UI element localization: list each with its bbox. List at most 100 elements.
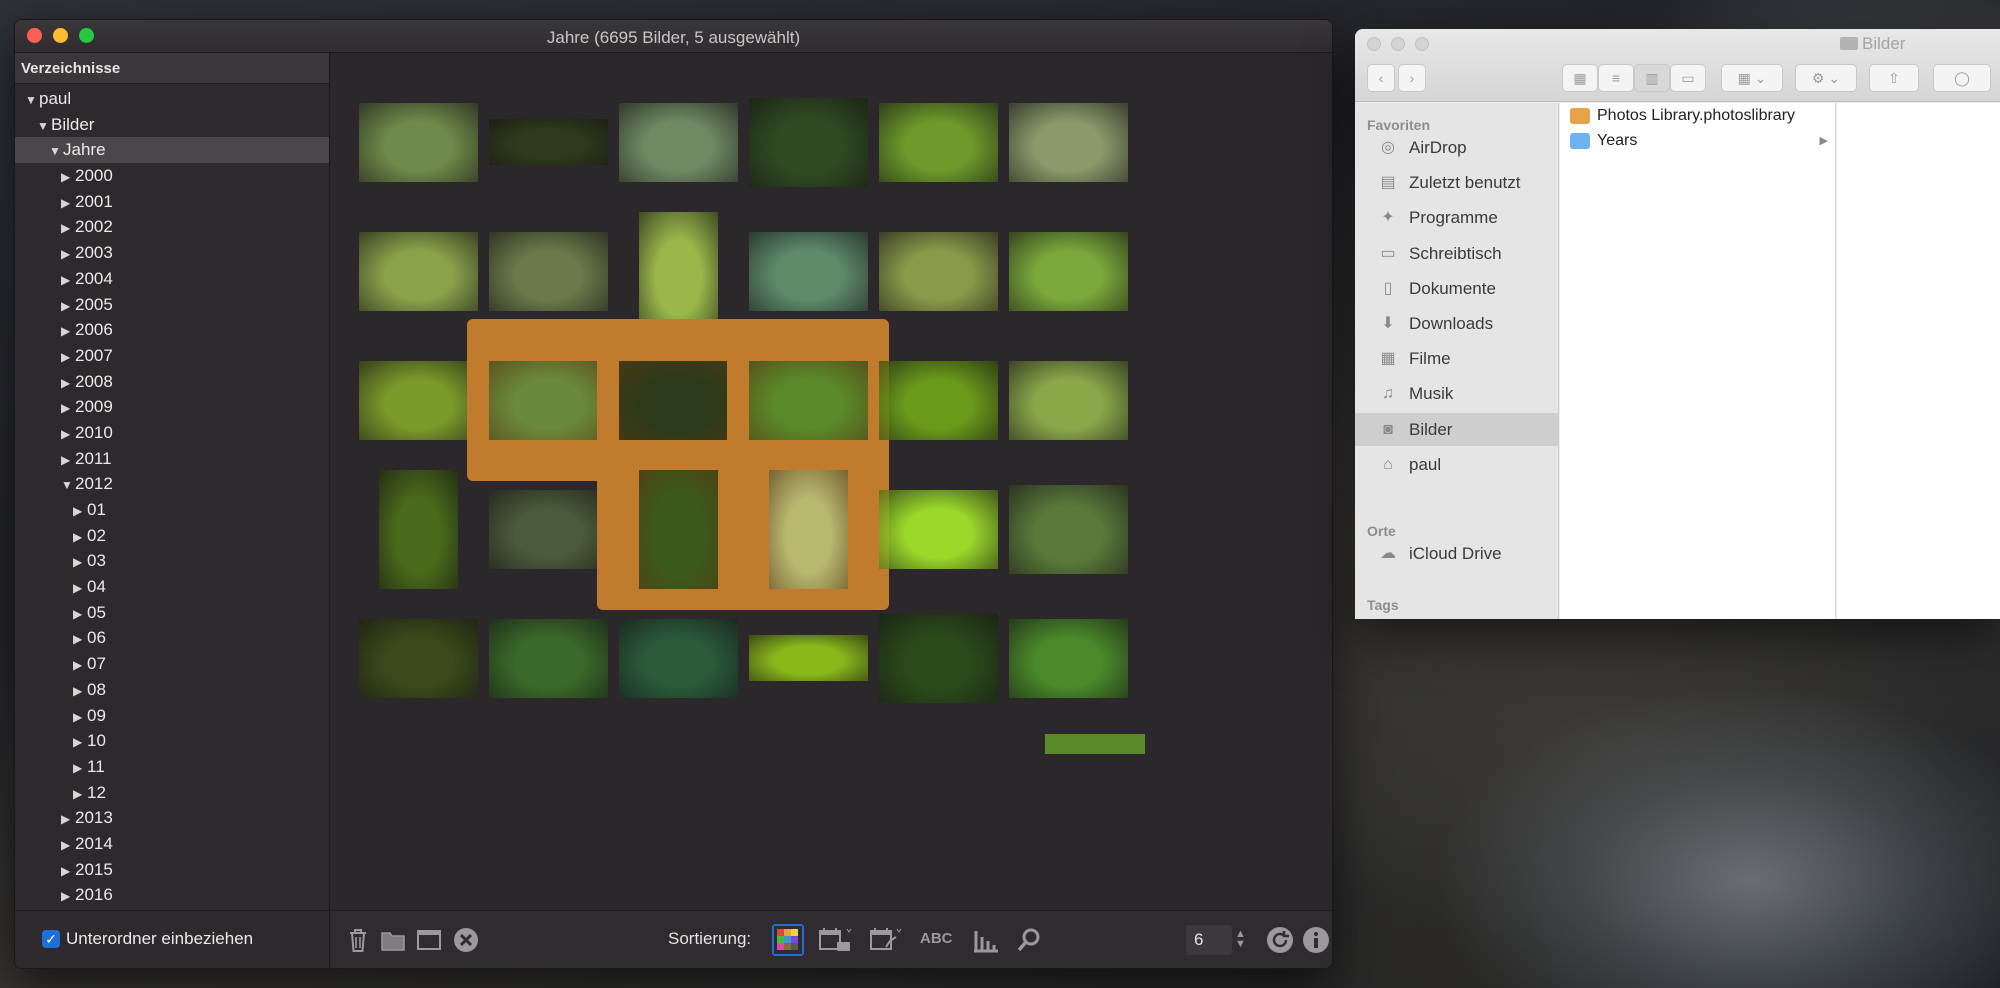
lotus-photo[interactable] [488, 489, 608, 569]
tree-item[interactable]: ▶ 2011 [15, 446, 329, 472]
disclosure-open-icon[interactable]: ▼ [49, 139, 63, 165]
disclosure-closed-icon[interactable]: ▶ [73, 576, 87, 602]
disclosure-closed-icon[interactable]: ▶ [61, 319, 75, 345]
tag-button[interactable]: ◯ [1933, 64, 1991, 92]
tree-item[interactable]: ▶ 2013 [15, 805, 329, 831]
finder-sidebar-item[interactable]: ▦ Filme [1355, 342, 1559, 375]
tree-item[interactable]: ▶ 2010 [15, 420, 329, 446]
disclosure-closed-icon[interactable]: ▶ [73, 730, 87, 756]
disclosure-closed-icon[interactable]: ▶ [73, 756, 87, 782]
finder-sidebar-item[interactable]: ▭ Schreibtisch [1355, 237, 1559, 270]
include-subfolders-checkbox[interactable]: ✓ [42, 930, 60, 948]
tree-item[interactable]: ▶ 2003 [15, 240, 329, 266]
finder-sidebar-item[interactable]: ◎ AirDrop [1355, 131, 1559, 164]
group-button[interactable]: ▦ ⌄ [1721, 64, 1783, 92]
beetle-photo[interactable] [1008, 360, 1128, 440]
disclosure-open-icon[interactable]: ▼ [25, 88, 39, 114]
tree-item[interactable]: ▶ 2014 [15, 831, 329, 857]
leaf-photo[interactable] [638, 469, 718, 589]
tree-item[interactable]: ▶ 06 [15, 625, 329, 651]
disclosure-closed-icon[interactable]: ▶ [73, 679, 87, 705]
finder-sidebar-item[interactable]: ☁ iCloud Drive [1355, 537, 1559, 570]
tree-item[interactable]: ▶ 2006 [15, 317, 329, 343]
damselfly-photo[interactable] [358, 231, 478, 311]
column-view-button[interactable]: ▥ [1634, 64, 1670, 92]
fly-photo[interactable] [1008, 231, 1128, 311]
bud-photo[interactable] [748, 231, 868, 311]
tree-item[interactable]: ▼ paul [15, 86, 329, 112]
leaves-photo[interactable] [638, 211, 718, 331]
mantis-photo[interactable] [878, 102, 998, 182]
disclosure-closed-icon[interactable]: ▶ [73, 782, 87, 808]
disclosure-closed-icon[interactable]: ▶ [73, 602, 87, 628]
bird-photo[interactable] [488, 231, 608, 311]
tree-item[interactable]: ▶ 2015 [15, 857, 329, 883]
finder-close-button[interactable] [1367, 37, 1381, 51]
tree-item[interactable]: ▼ Jahre [15, 137, 329, 165]
tree-item[interactable]: ▶ 05 [15, 600, 329, 626]
tree-item[interactable]: ▶ 08 [15, 677, 329, 703]
finder-sidebar-item[interactable]: ♫ Musik [1355, 377, 1559, 410]
disclosure-closed-icon[interactable]: ▶ [61, 216, 75, 242]
disclosure-closed-icon[interactable]: ▶ [61, 833, 75, 859]
refresh-icon[interactable] [1265, 925, 1295, 955]
tree-item[interactable]: ▶ 01 [15, 497, 329, 523]
sort-by-color-icon[interactable] [772, 924, 804, 956]
tree-item[interactable]: ▶ 12 [15, 780, 329, 806]
finder-file-row[interactable]: Photos Library.photoslibrary [1560, 104, 1836, 128]
apple-photo[interactable] [358, 618, 478, 698]
bud-photo[interactable] [618, 618, 738, 698]
tree-item[interactable]: ▶ 2000 [15, 163, 329, 189]
thumbnail-cell[interactable] [987, 577, 1149, 739]
tree-item[interactable]: ▶ 2007 [15, 343, 329, 369]
window-icon[interactable] [414, 925, 444, 955]
disclosure-closed-icon[interactable]: ▶ [61, 242, 75, 268]
disclosure-closed-icon[interactable]: ▶ [61, 294, 75, 320]
finder-zoom-button[interactable] [1415, 37, 1429, 51]
disclosure-closed-icon[interactable]: ▶ [73, 550, 87, 576]
dragonfly-photo[interactable] [878, 231, 998, 311]
disclosure-closed-icon[interactable]: ▶ [61, 165, 75, 191]
disclosure-closed-icon[interactable]: ▶ [61, 345, 75, 371]
damselfly-photo[interactable] [878, 360, 998, 440]
tree-item[interactable]: ▶ 10 [15, 728, 329, 754]
cancel-icon[interactable] [451, 925, 481, 955]
info-icon[interactable] [1301, 925, 1331, 955]
back-button[interactable]: ‹ [1367, 64, 1395, 92]
finder-sidebar-item[interactable]: ▯ Dokumente [1355, 272, 1559, 305]
disclosure-closed-icon[interactable]: ▶ [61, 191, 75, 217]
disclosure-closed-icon[interactable]: ▶ [61, 422, 75, 448]
spider-photo[interactable] [1008, 618, 1128, 698]
abstract-photo[interactable] [748, 635, 868, 681]
disclosure-open-icon[interactable]: ▼ [61, 473, 75, 499]
clover-photo[interactable] [878, 613, 998, 703]
tree-item[interactable]: ▶ 11 [15, 754, 329, 780]
disclosure-closed-icon[interactable]: ▶ [73, 627, 87, 653]
finder-file-row[interactable]: Years ▶ [1560, 129, 1836, 153]
tree-item[interactable]: ▶ 02 [15, 523, 329, 549]
daisy-photo[interactable] [618, 360, 738, 440]
hand-photo[interactable] [1008, 102, 1128, 182]
stepper-icon[interactable]: ▲ ▼ [1235, 929, 1249, 959]
tree-item[interactable]: ▶ 2001 [15, 189, 329, 215]
finder-sidebar-item[interactable]: ◙ Bilder [1355, 412, 1559, 446]
tree-item[interactable]: ▶ 2002 [15, 214, 329, 240]
disclosure-closed-icon[interactable]: ▶ [61, 371, 75, 397]
spider-photo[interactable] [748, 360, 868, 440]
disclosure-closed-icon[interactable]: ▶ [73, 705, 87, 731]
insect-photo[interactable] [358, 360, 478, 440]
tree-item[interactable]: ▶ 2016 [15, 882, 329, 908]
bud-photo[interactable] [488, 618, 608, 698]
disclosure-closed-icon[interactable]: ▶ [61, 396, 75, 422]
sort-by-name-icon[interactable]: ABC [920, 930, 960, 960]
tree-item[interactable]: ▶ 2004 [15, 266, 329, 292]
list-view-button[interactable]: ≡ [1598, 64, 1634, 92]
horseshoe-photo[interactable] [748, 97, 868, 187]
folder-icon[interactable] [378, 925, 408, 955]
tree-item[interactable]: ▶ 2005 [15, 292, 329, 318]
partial-photo[interactable] [1045, 734, 1145, 754]
thumbnail-grid[interactable] [331, 53, 1332, 910]
disclosure-closed-icon[interactable]: ▶ [73, 525, 87, 551]
disclosure-closed-icon[interactable]: ▶ [61, 448, 75, 474]
flower-photo[interactable] [768, 469, 848, 589]
